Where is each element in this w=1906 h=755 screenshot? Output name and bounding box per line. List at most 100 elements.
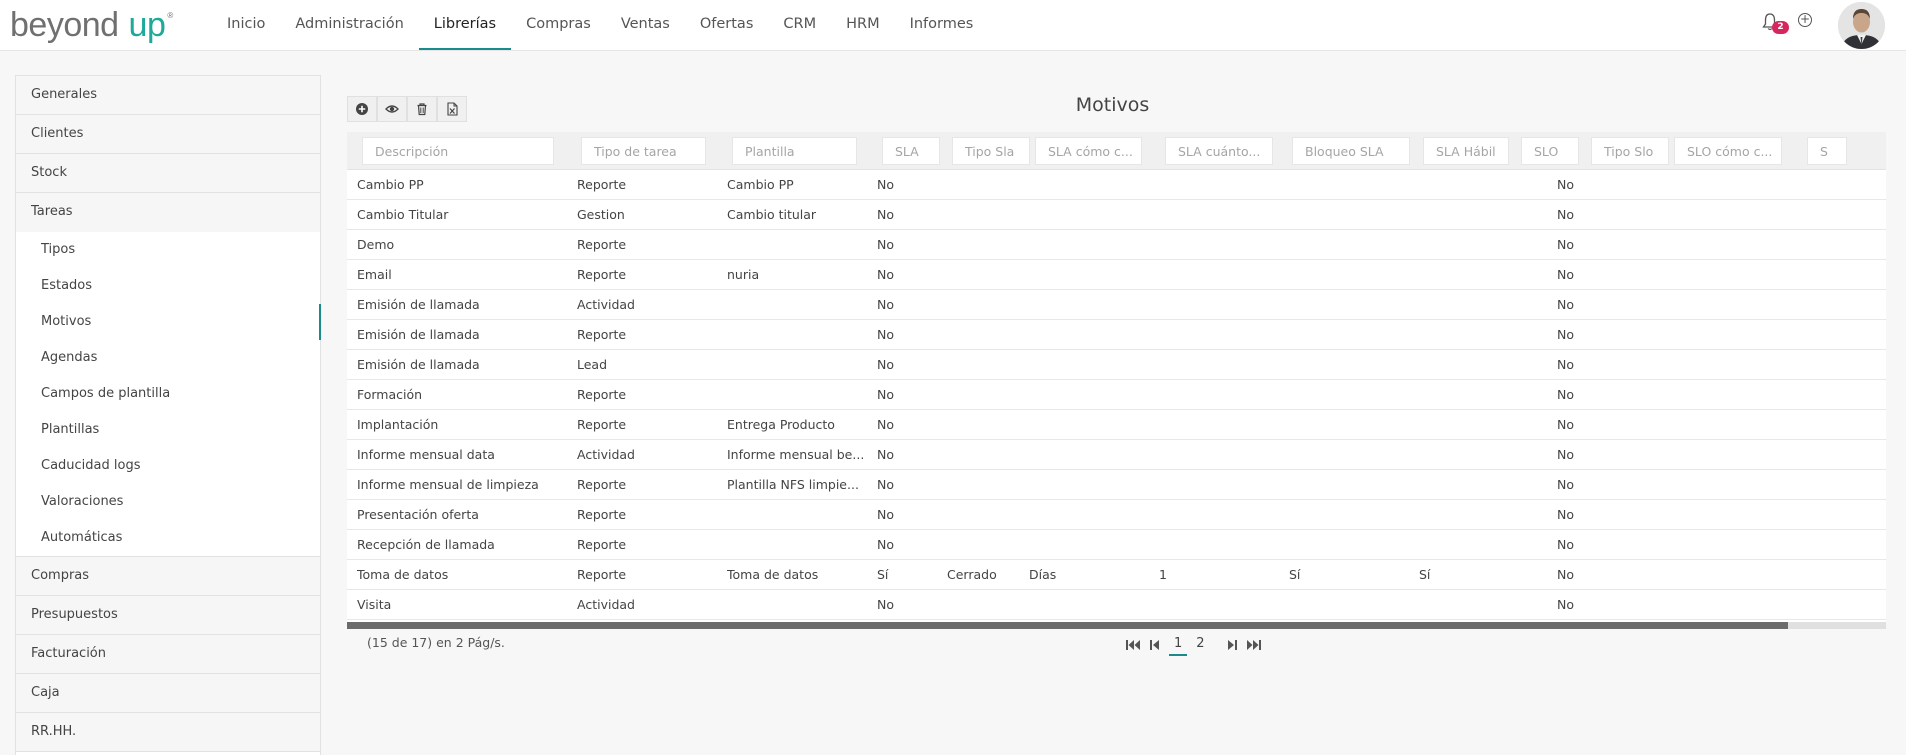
scrollbar-thumb[interactable] — [347, 622, 1788, 629]
nav-librerias[interactable]: Librerías — [418, 0, 512, 50]
filter-sla[interactable] — [882, 137, 940, 165]
delete-button[interactable] — [407, 96, 437, 122]
nav-informes[interactable]: Informes — [895, 0, 989, 50]
table-row[interactable]: Informe mensual data Actividad Informe men… — [347, 440, 1886, 470]
table-cell: No — [877, 447, 894, 462]
sidebar-group-facturacion[interactable]: Facturación — [16, 635, 320, 674]
sidebar-group-generales[interactable]: Generales — [16, 76, 320, 115]
table-row[interactable]: Presentación oferta Reporte No No — [347, 500, 1886, 530]
table-cell: Sí — [877, 567, 889, 582]
table-cell: Presentación oferta — [357, 507, 479, 522]
filter-sla-cuanto[interactable] — [1165, 137, 1273, 165]
sidebar-item-valoraciones[interactable]: Valoraciones — [16, 484, 320, 520]
last-page-icon[interactable] — [1246, 637, 1262, 653]
table-cell: No — [1557, 537, 1574, 552]
table-row[interactable]: Email Reporte nuria No No — [347, 260, 1886, 290]
filter-bloqueo-sla[interactable] — [1292, 137, 1410, 165]
table-row[interactable]: Demo Reporte No No — [347, 230, 1886, 260]
table-cell: Cambio Titular — [357, 207, 449, 222]
nav-ofertas[interactable]: Ofertas — [685, 0, 769, 50]
table-row[interactable]: Toma de datos Reporte Toma de datos Sí Cerra… — [347, 560, 1886, 590]
prev-page-icon[interactable] — [1147, 637, 1163, 653]
table-cell: No — [877, 537, 894, 552]
notification-badge[interactable]: 2 — [1772, 21, 1789, 34]
table-cell: Reporte — [577, 537, 627, 552]
page-2[interactable]: 2 — [1191, 634, 1209, 656]
sidebar-item-campos-de-plantilla[interactable]: Campos de plantilla — [16, 376, 320, 412]
filter-s[interactable] — [1807, 137, 1847, 165]
table-cell: Reporte — [577, 267, 627, 282]
table-cell: Reporte — [577, 327, 627, 342]
sidebar-item-estados[interactable]: Estados — [16, 268, 320, 304]
table-cell: No — [1557, 297, 1574, 312]
table-cell: No — [1557, 237, 1574, 252]
table-body: Cambio PP Reporte Cambio PP No No Cambio Titu… — [347, 170, 1886, 620]
filter-tipo-sla[interactable] — [952, 137, 1030, 165]
table-cell: No — [1557, 567, 1574, 582]
trash-icon — [417, 103, 427, 116]
first-page-icon[interactable] — [1125, 637, 1141, 653]
table-cell: Reporte — [577, 177, 627, 192]
table-cell: Toma de datos — [357, 567, 449, 582]
table-cell: Emisión de llamada — [357, 297, 480, 312]
avatar[interactable] — [1838, 2, 1885, 49]
nav-ventas[interactable]: Ventas — [606, 0, 685, 50]
sidebar-item-motivos[interactable]: Motivos — [16, 304, 321, 340]
sidebar-group-presupuestos[interactable]: Presupuestos — [16, 596, 320, 635]
table-cell: No — [877, 327, 894, 342]
sidebar-group-clientes[interactable]: Clientes — [16, 115, 320, 154]
horizontal-scrollbar[interactable] — [347, 622, 1886, 629]
table-row[interactable]: Implantación Reporte Entrega Producto No No — [347, 410, 1886, 440]
logo[interactable]: beyond up ® — [10, 6, 173, 46]
filter-plantilla[interactable] — [732, 137, 857, 165]
table-row[interactable]: Emisión de llamada Reporte No No — [347, 320, 1886, 350]
table-row[interactable]: Informe mensual de limpieza Reporte Planti… — [347, 470, 1886, 500]
add-button[interactable] — [347, 96, 377, 122]
sidebar-tareas-subitems: Tipos Estados Motivos Agendas Campos de plan… — [16, 232, 321, 557]
export-excel-button[interactable] — [437, 96, 467, 122]
sidebar-group-compras[interactable]: Compras — [16, 557, 320, 596]
table-row[interactable]: Cambio PP Reporte Cambio PP No No — [347, 170, 1886, 200]
filter-tipo-slo[interactable] — [1591, 137, 1669, 165]
sidebar-item-plantillas[interactable]: Plantillas — [16, 412, 320, 448]
sidebar-item-caducidad-logs[interactable]: Caducidad logs — [16, 448, 320, 484]
table-cell: No — [1557, 447, 1574, 462]
filter-slo-como-c[interactable] — [1674, 137, 1782, 165]
table-row[interactable]: Emisión de llamada Lead No No — [347, 350, 1886, 380]
filter-slo[interactable] — [1521, 137, 1579, 165]
table-cell: Reporte — [577, 477, 627, 492]
sidebar-group-tareas[interactable]: Tareas — [16, 193, 320, 232]
sidebar-group-caja[interactable]: Caja — [16, 674, 320, 713]
sidebar-group-rr-hh[interactable]: RR.HH. — [16, 713, 320, 752]
filter-tipo-de-tarea[interactable] — [581, 137, 706, 165]
sidebar-item-automaticas[interactable]: Automáticas — [16, 520, 320, 556]
table-row[interactable]: Emisión de llamada Actividad No No — [347, 290, 1886, 320]
filter-sla-como-c[interactable] — [1035, 137, 1142, 165]
nav-hrm[interactable]: HRM — [831, 0, 895, 50]
filter-sla-habil[interactable] — [1423, 137, 1509, 165]
sidebar-group-stock[interactable]: Stock — [16, 154, 320, 193]
table-cell: No — [877, 297, 894, 312]
next-page-icon[interactable] — [1224, 637, 1240, 653]
table-row[interactable]: Cambio Titular Gestion Cambio titular No No — [347, 200, 1886, 230]
page-1[interactable]: 1 — [1169, 634, 1188, 656]
eye-icon — [385, 105, 399, 113]
table-cell: No — [877, 597, 894, 612]
table-row[interactable]: Formación Reporte No No — [347, 380, 1886, 410]
sidebar-item-tipos[interactable]: Tipos — [16, 232, 320, 268]
nav-crm[interactable]: CRM — [768, 0, 831, 50]
top-bar: beyond up ® Inicio Administración Librería… — [0, 0, 1906, 51]
table-row[interactable]: Recepción de llamada Reporte No No — [347, 530, 1886, 560]
logo-word-beyond: beyond — [10, 6, 119, 44]
nav-compras[interactable]: Compras — [511, 0, 606, 50]
nav-administracion[interactable]: Administración — [280, 0, 418, 50]
table-row[interactable]: Visita Actividad No No — [347, 590, 1886, 620]
table-cell: Recepción de llamada — [357, 537, 495, 552]
view-button[interactable] — [377, 96, 407, 122]
sidebar-item-agendas[interactable]: Agendas — [16, 340, 320, 376]
page-numbers: 12 — [1169, 634, 1214, 656]
sidebar-bottom-groups: Compras Presupuestos Facturación Caja RR.HH. — [16, 557, 320, 752]
nav-inicio[interactable]: Inicio — [212, 0, 280, 50]
add-circle-icon[interactable]: + — [1798, 13, 1812, 27]
filter-descripcion[interactable] — [362, 137, 554, 165]
